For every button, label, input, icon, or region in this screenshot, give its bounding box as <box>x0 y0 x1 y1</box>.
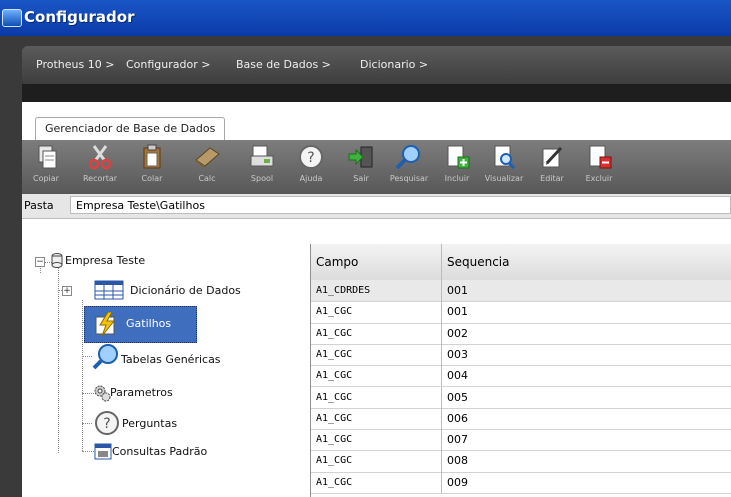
separator-strip <box>22 84 731 102</box>
question-icon: ? <box>95 411 119 435</box>
cell-sequencia: 002 <box>447 326 468 340</box>
tab-bar: Gerenciador de Base de Dados <box>22 102 731 141</box>
database-icon <box>51 253 63 268</box>
delete-button[interactable]: Excluir <box>576 144 622 192</box>
spool-button[interactable]: Spool <box>239 144 285 192</box>
column-header-campo[interactable]: Campo <box>311 244 442 280</box>
app-icon <box>2 9 22 27</box>
cell-campo: A1_CDRDES <box>311 280 442 302</box>
edit-button[interactable]: Editar <box>529 144 575 192</box>
cell-campo: A1_CGC <box>311 386 442 408</box>
table-row[interactable]: A1_CDRDES 001 <box>311 280 731 303</box>
tree-root-label[interactable]: Empresa Teste <box>65 254 145 267</box>
cell-campo: A1_CGC <box>311 471 442 493</box>
edit-icon <box>542 146 563 168</box>
breadcrumb-base-de-dados[interactable]: Base de Dados > <box>236 58 331 71</box>
cell-sequencia: 003 <box>447 347 468 361</box>
tree-item-tabelas[interactable]: Tabelas Genéricas <box>121 353 221 366</box>
search-button[interactable]: Pesquisar <box>386 144 432 192</box>
breadcrumb-configurador[interactable]: Configurador > <box>126 58 210 71</box>
add-document-icon <box>447 145 470 169</box>
copy-button[interactable]: Copiar <box>23 144 69 192</box>
paste-button[interactable]: Colar <box>129 144 175 192</box>
cell-sequencia: 009 <box>447 475 468 489</box>
add-button[interactable]: Incluir <box>434 144 480 192</box>
breadcrumb: Protheus 10 > Configurador > Base de Dad… <box>22 46 731 84</box>
tree-connector <box>82 451 94 452</box>
calc-button[interactable]: Calc <box>184 144 230 192</box>
help-icon: ? <box>299 145 323 169</box>
tree-item-dicionario[interactable]: Dicionário de Dados <box>130 284 241 297</box>
table-row[interactable]: A1_CGC 009 <box>311 471 731 494</box>
cell-campo: A1_CGC <box>311 450 442 472</box>
scissors-icon <box>88 145 112 170</box>
svg-text:?: ? <box>307 150 314 166</box>
table-icon <box>94 280 124 300</box>
cell-sequencia: 005 <box>447 390 468 404</box>
tree-connector <box>82 300 83 451</box>
table-row[interactable]: A1_CGC 008 <box>311 450 731 473</box>
view-document-icon <box>494 145 516 170</box>
pasta-label: Pasta <box>24 199 54 212</box>
view-button[interactable]: Visualizar <box>481 144 527 192</box>
table-row[interactable]: A1_CGC 004 <box>311 365 731 388</box>
cell-campo: A1_CGC <box>311 301 442 323</box>
tree-item-parametros[interactable]: Parametros <box>110 386 173 399</box>
grid-header: Campo Sequencia <box>311 244 731 281</box>
tab-gerenciador[interactable]: Gerenciador de Base de Dados <box>35 117 226 140</box>
tree-connector <box>58 265 59 453</box>
paste-icon <box>143 144 161 169</box>
cell-campo: A1_CGC <box>311 407 442 430</box>
help-button[interactable]: ? Ajuda <box>288 144 334 192</box>
cell-sequencia: 001 <box>447 305 468 319</box>
pasta-path-field[interactable]: Empresa Teste\Gatilhos <box>70 196 731 214</box>
cell-campo: A1_CGC <box>311 365 442 387</box>
collapse-toggle[interactable]: − <box>35 257 45 267</box>
tree-item-gatilhos[interactable]: Gatilhos <box>126 317 171 330</box>
tree-connector <box>82 423 92 424</box>
calculator-icon <box>195 147 220 168</box>
search-icon <box>395 145 420 170</box>
tree-item-perguntas[interactable]: Perguntas <box>122 417 177 430</box>
lightning-icon <box>95 312 116 336</box>
breadcrumb-protheus[interactable]: Protheus 10 > <box>36 58 114 71</box>
cell-sequencia: 004 <box>447 369 468 383</box>
svg-text:?: ? <box>103 416 110 432</box>
query-icon <box>94 443 112 460</box>
pasta-row: Pasta Empresa Teste\Gatilhos <box>22 194 731 219</box>
table-row[interactable]: A1_CGC 002 <box>311 322 731 345</box>
copy-icon <box>38 145 57 169</box>
cell-sequencia: 006 <box>447 411 468 425</box>
exit-button[interactable]: Sair <box>338 144 384 192</box>
exit-icon <box>348 146 373 168</box>
table-row[interactable]: A1_CGC 005 <box>311 386 731 409</box>
cell-sequencia: 008 <box>447 454 468 468</box>
cut-button[interactable]: Recortar <box>77 144 123 192</box>
tree-item-consultas[interactable]: Consultas Padrão <box>112 445 207 458</box>
cell-sequencia: 007 <box>447 433 468 447</box>
breadcrumb-dicionario[interactable]: Dicionario > <box>360 58 428 71</box>
table-row[interactable]: A1_CGC 007 <box>311 429 731 452</box>
gears-icon <box>94 385 111 402</box>
title-bar: Configurador <box>0 0 731 36</box>
spool-icon <box>250 145 274 167</box>
expand-toggle[interactable]: + <box>62 286 72 296</box>
cell-campo: A1_CGC <box>311 343 442 366</box>
table-row[interactable]: A1_CGC 006 <box>311 407 731 431</box>
data-grid: Campo Sequencia A1_CDRDES 001 A1_CGC 001 A1_… <box>310 244 731 497</box>
toolbar: Copiar Recortar Colar Calc Spool ? Ajuda… <box>22 140 731 194</box>
table-row[interactable]: A1_CGC 003 <box>311 343 731 367</box>
magnifier-icon <box>92 344 118 370</box>
delete-document-icon <box>589 145 612 169</box>
cell-campo: A1_CGC <box>311 322 442 344</box>
cell-campo: A1_CGC <box>311 429 442 451</box>
table-row[interactable]: A1_CGC 001 <box>311 301 731 324</box>
cell-sequencia: 001 <box>447 284 468 297</box>
window-title: Configurador <box>24 8 135 26</box>
column-header-sequencia[interactable]: Sequencia <box>442 244 731 280</box>
